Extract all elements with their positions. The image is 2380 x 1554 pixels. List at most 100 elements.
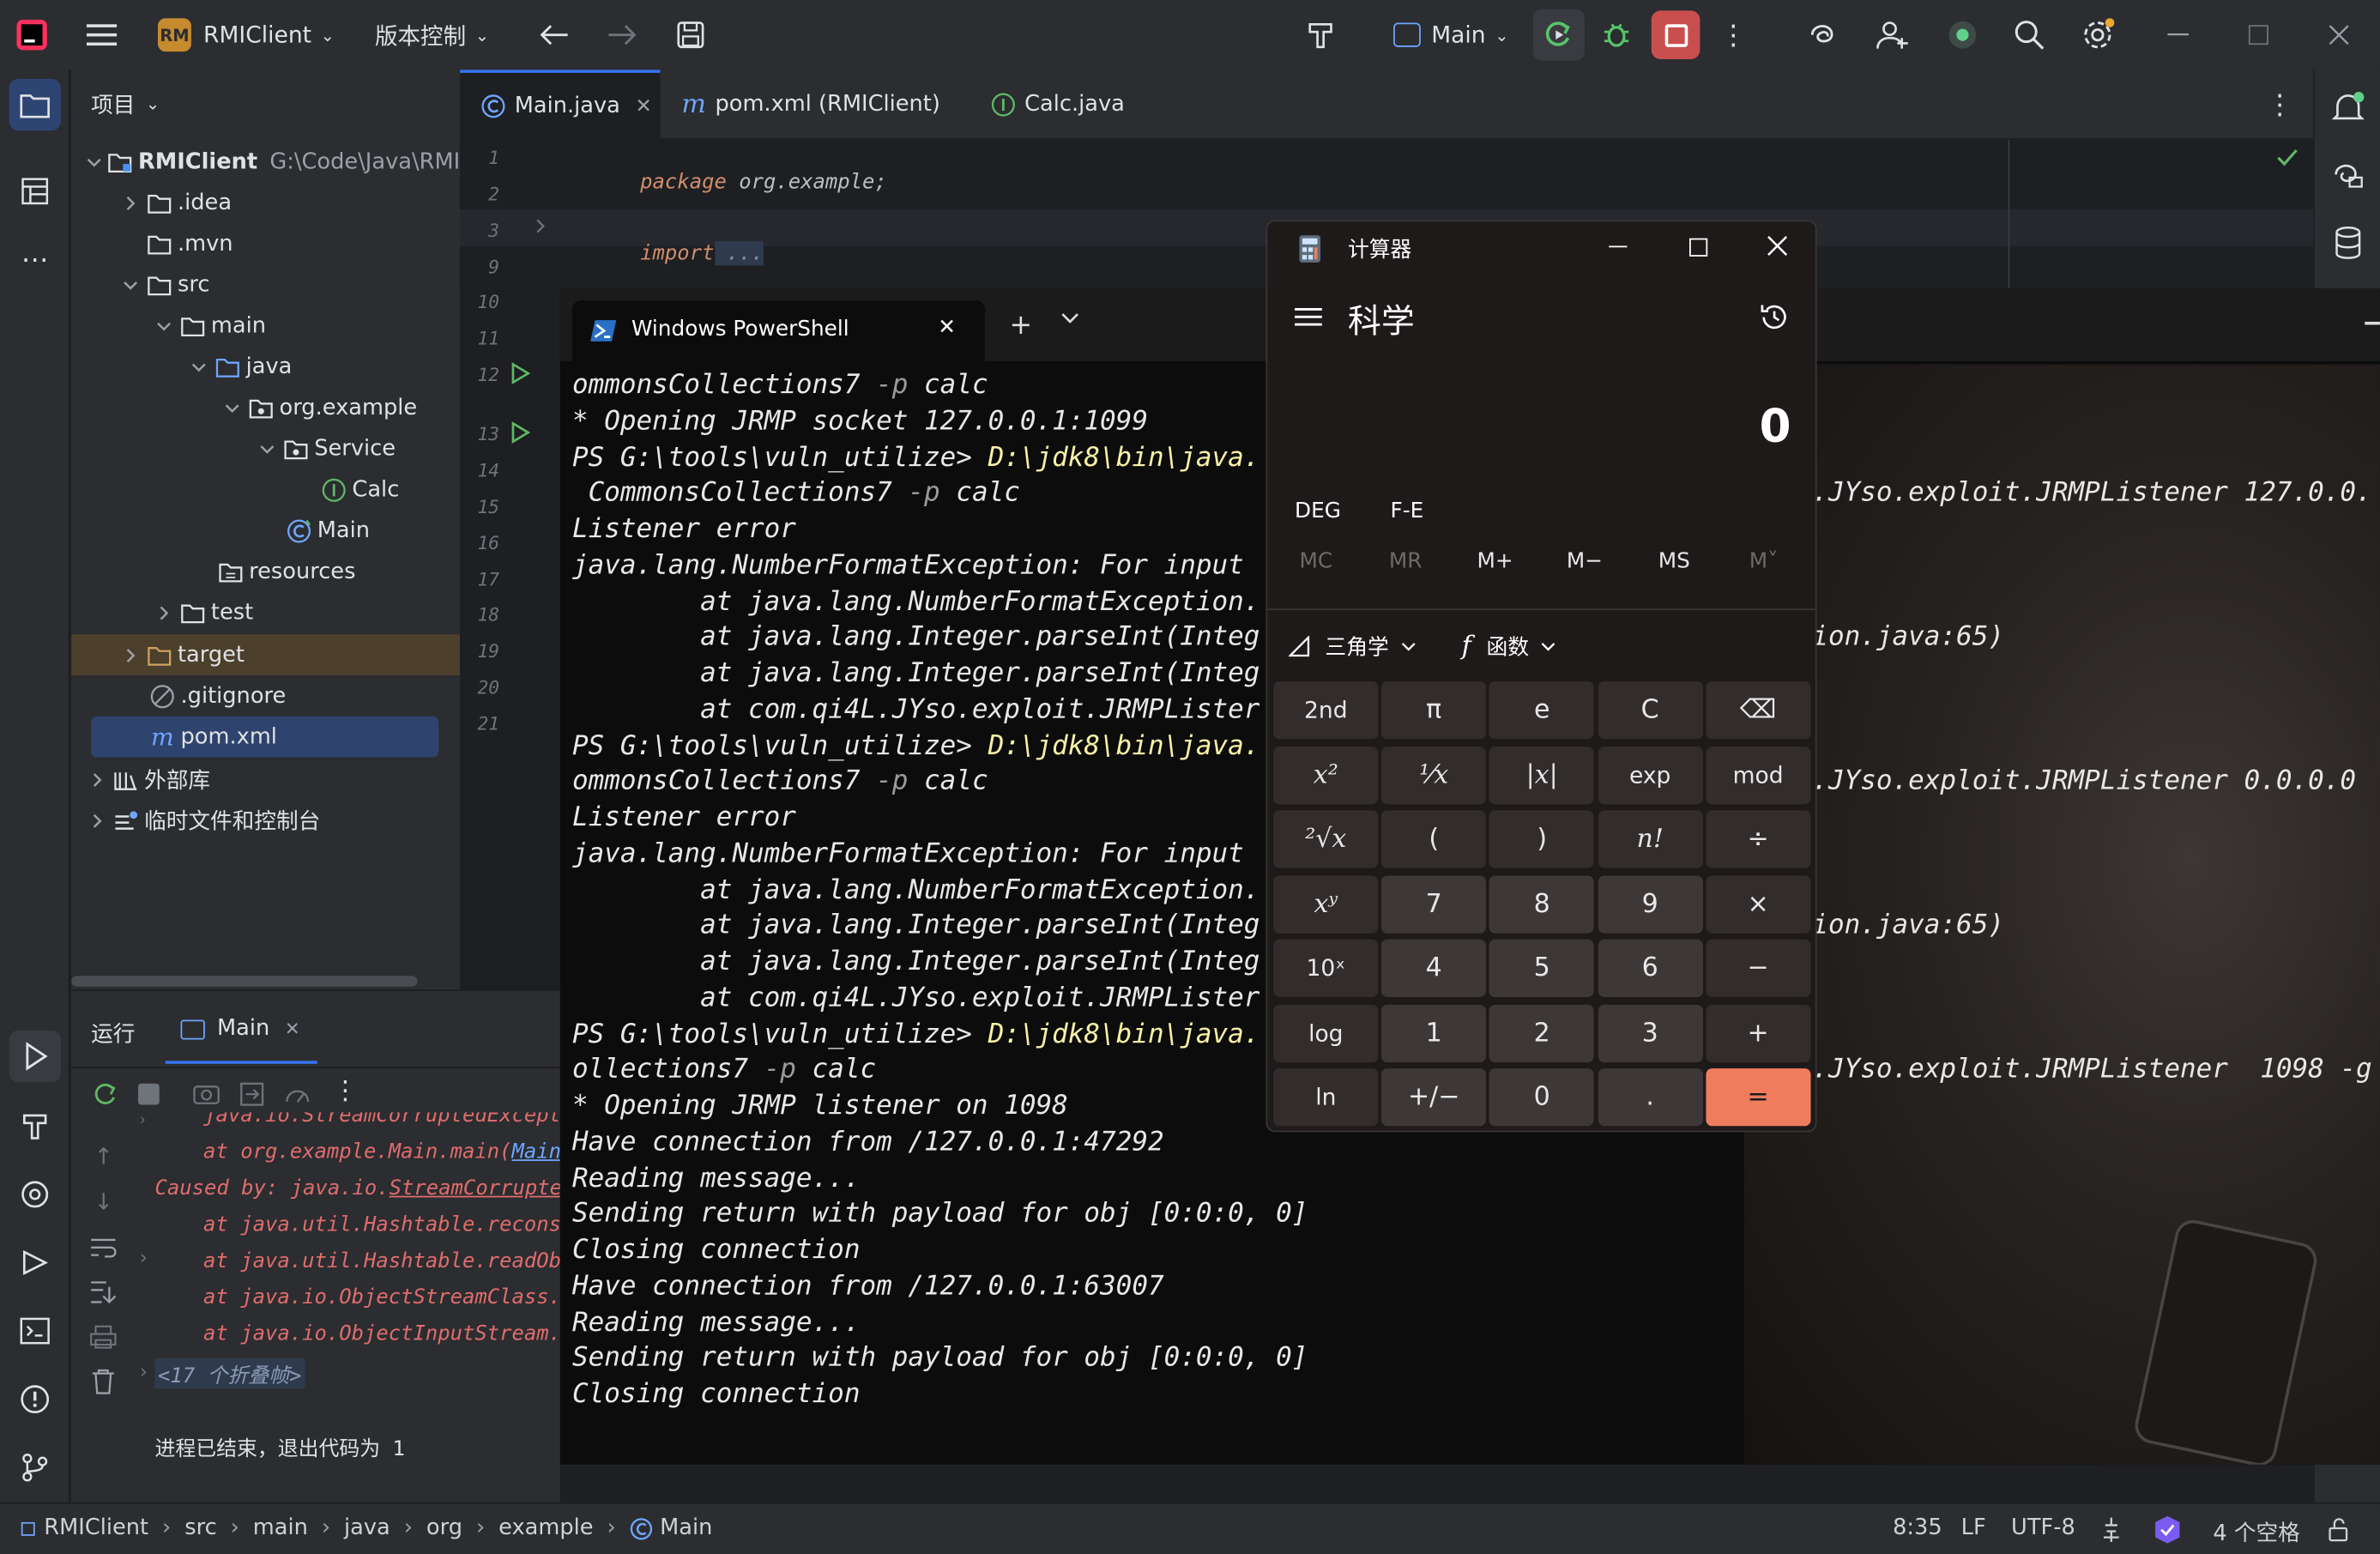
clear-key[interactable]: C (1598, 681, 1703, 740)
console-link[interactable]: Main. (512, 1140, 560, 1164)
function-dropdown[interactable]: f 函数 (1462, 632, 1556, 662)
trash-icon[interactable] (91, 1368, 115, 1395)
digit-2-key[interactable]: 2 (1489, 1003, 1595, 1062)
print-icon[interactable] (89, 1325, 117, 1349)
scroll-to-end-icon[interactable] (89, 1279, 117, 1304)
log-key[interactable]: log (1273, 1003, 1379, 1062)
tree-item-external-libs[interactable]: 外部库 (71, 759, 460, 800)
build-hammer-icon[interactable] (9, 1100, 61, 1152)
breadcrumb-item[interactable]: RMIClient (44, 1516, 148, 1540)
tab-main-java[interactable]: Main.java ✕ (460, 70, 661, 140)
tree-item-rmiclient[interactable]: RMIClient G:\Code\Java\RMICl (71, 141, 481, 182)
minimize-window-icon[interactable] (1609, 245, 1628, 248)
add-key[interactable]: + (1706, 1003, 1811, 1062)
tree-item-mvn[interactable]: .mvn (71, 223, 460, 264)
debug-play-icon[interactable] (9, 1237, 61, 1288)
open-paren-key[interactable]: ( (1381, 810, 1487, 868)
back-arrow-icon[interactable] (535, 16, 571, 52)
fold-chevron-icon[interactable]: › (140, 1248, 148, 1271)
divide-key[interactable]: ÷ (1706, 810, 1811, 868)
problems-icon[interactable] (9, 1374, 61, 1425)
close-window-icon[interactable] (1767, 235, 1788, 257)
decimal-key[interactable]: . (1598, 1068, 1703, 1127)
trigonometry-dropdown[interactable]: 三角学 (1288, 632, 1417, 662)
services-icon[interactable] (9, 1169, 61, 1220)
search-icon[interactable] (2011, 16, 2047, 52)
indent-setting[interactable]: 4 个空格 (2213, 1516, 2299, 1548)
tree-item-scratches[interactable]: 临时文件和控制台 (71, 800, 460, 841)
run-gutter-icon[interactable] (510, 420, 531, 444)
reciprocal-key[interactable]: ¹⁄x (1381, 746, 1487, 804)
notifications-bell-icon[interactable] (2323, 82, 2374, 134)
tree-item-java[interactable]: java (71, 346, 460, 387)
tree-item-test[interactable]: test (71, 592, 460, 633)
digit-4-key[interactable]: 4 (1381, 939, 1487, 997)
profiler-icon[interactable] (284, 1080, 311, 1108)
fe-toggle-button[interactable]: F-E (1390, 499, 1423, 523)
camera-icon[interactable] (193, 1080, 220, 1104)
close-window-icon[interactable] (2321, 16, 2357, 52)
console-link[interactable]: StreamCorrupted (390, 1176, 560, 1200)
close-paren-key[interactable]: ) (1489, 810, 1595, 868)
absolute-key[interactable]: |x| (1489, 746, 1595, 804)
close-tab-icon[interactable]: ✕ (285, 1019, 300, 1040)
maximize-window-icon[interactable] (1689, 238, 1708, 257)
run-tool-button[interactable] (9, 1030, 61, 1083)
tab-calc-java[interactable]: Calc.java (991, 70, 1125, 139)
run-gutter-icon[interactable] (510, 361, 531, 385)
minimize-window-icon[interactable] (2160, 16, 2196, 52)
fold-chevron-icon[interactable]: › (140, 1361, 148, 1384)
subtract-key[interactable]: − (1706, 939, 1811, 997)
backspace-key[interactable]: ⌫ (1706, 681, 1811, 740)
ln-key[interactable]: ln (1273, 1068, 1379, 1127)
project-panel-header[interactable]: 项目 ⌄ (91, 88, 160, 120)
tree-item-resources[interactable]: resources (71, 551, 460, 592)
ai-chat-icon[interactable] (2323, 148, 2374, 200)
chevron-down-icon[interactable] (1061, 312, 1079, 324)
no-problems-check-icon[interactable] (2277, 148, 2298, 166)
run-config-selector[interactable]: Main ⌄ (1393, 0, 1509, 70)
tab-pom-xml[interactable]: m pom.xml (RMIClient) (681, 70, 940, 139)
ten-power-key[interactable]: 10ˣ (1273, 939, 1379, 997)
equals-key[interactable]: = (1706, 1068, 1811, 1127)
digit-1-key[interactable]: 1 (1381, 1003, 1487, 1062)
horizontal-scrollbar[interactable] (71, 976, 418, 987)
breadcrumb-item[interactable]: Main (660, 1516, 712, 1540)
forward-arrow-icon[interactable] (604, 16, 640, 52)
tree-item-org-example[interactable]: org.example (71, 387, 460, 428)
memory-add-button[interactable]: M+ (1457, 549, 1532, 573)
fold-chevron-icon[interactable]: › (140, 1112, 146, 1128)
history-clock-icon[interactable] (1758, 300, 1791, 334)
digit-5-key[interactable]: 5 (1489, 939, 1595, 997)
digit-7-key[interactable]: 7 (1381, 874, 1487, 933)
memory-list-button[interactable]: M˅ (1725, 549, 1801, 573)
tree-item-src[interactable]: src (71, 264, 460, 305)
negate-key[interactable]: +/− (1381, 1068, 1487, 1127)
minimize-window-icon[interactable] (2365, 321, 2380, 324)
lock-icon[interactable] (2327, 1518, 2351, 1542)
tree-item-pom-xml[interactable]: m pom.xml (71, 717, 460, 758)
maximize-window-icon[interactable] (2240, 16, 2276, 52)
navigation-menu-icon[interactable] (1295, 306, 1322, 328)
breadcrumb-item[interactable]: java (344, 1516, 390, 1540)
multiply-key[interactable]: × (1706, 874, 1811, 933)
console-output[interactable]: › java.io.StreamCorruptedExcepti at org.… (140, 1112, 560, 1503)
breadcrumb-item[interactable]: src (184, 1516, 216, 1540)
scroll-up-arrow-icon[interactable]: ↑ (94, 1143, 113, 1170)
terminal-icon[interactable] (9, 1305, 61, 1357)
breadcrumb-item[interactable]: main (253, 1516, 308, 1540)
project-switcher[interactable]: RM RMIClient ⌄ (157, 0, 335, 70)
line-separator[interactable]: LF (1961, 1516, 1986, 1540)
factorial-key[interactable]: n! (1598, 810, 1703, 868)
pi-key[interactable]: π (1381, 681, 1487, 740)
power-key[interactable]: xʸ (1273, 874, 1379, 933)
more-actions-icon[interactable]: ⋮ (1715, 16, 1751, 52)
structure-icon[interactable] (9, 166, 61, 217)
rerun-icon[interactable] (91, 1080, 118, 1108)
powershell-tab[interactable]: Windows PowerShell ✕ (571, 300, 986, 361)
digit-0-key[interactable]: 0 (1489, 1068, 1595, 1127)
memory-subtract-button[interactable]: M− (1547, 549, 1622, 573)
memory-recall-button[interactable]: MR (1368, 549, 1443, 573)
breadcrumb-item[interactable]: example (498, 1516, 593, 1540)
close-tab-icon[interactable]: ✕ (636, 95, 652, 118)
